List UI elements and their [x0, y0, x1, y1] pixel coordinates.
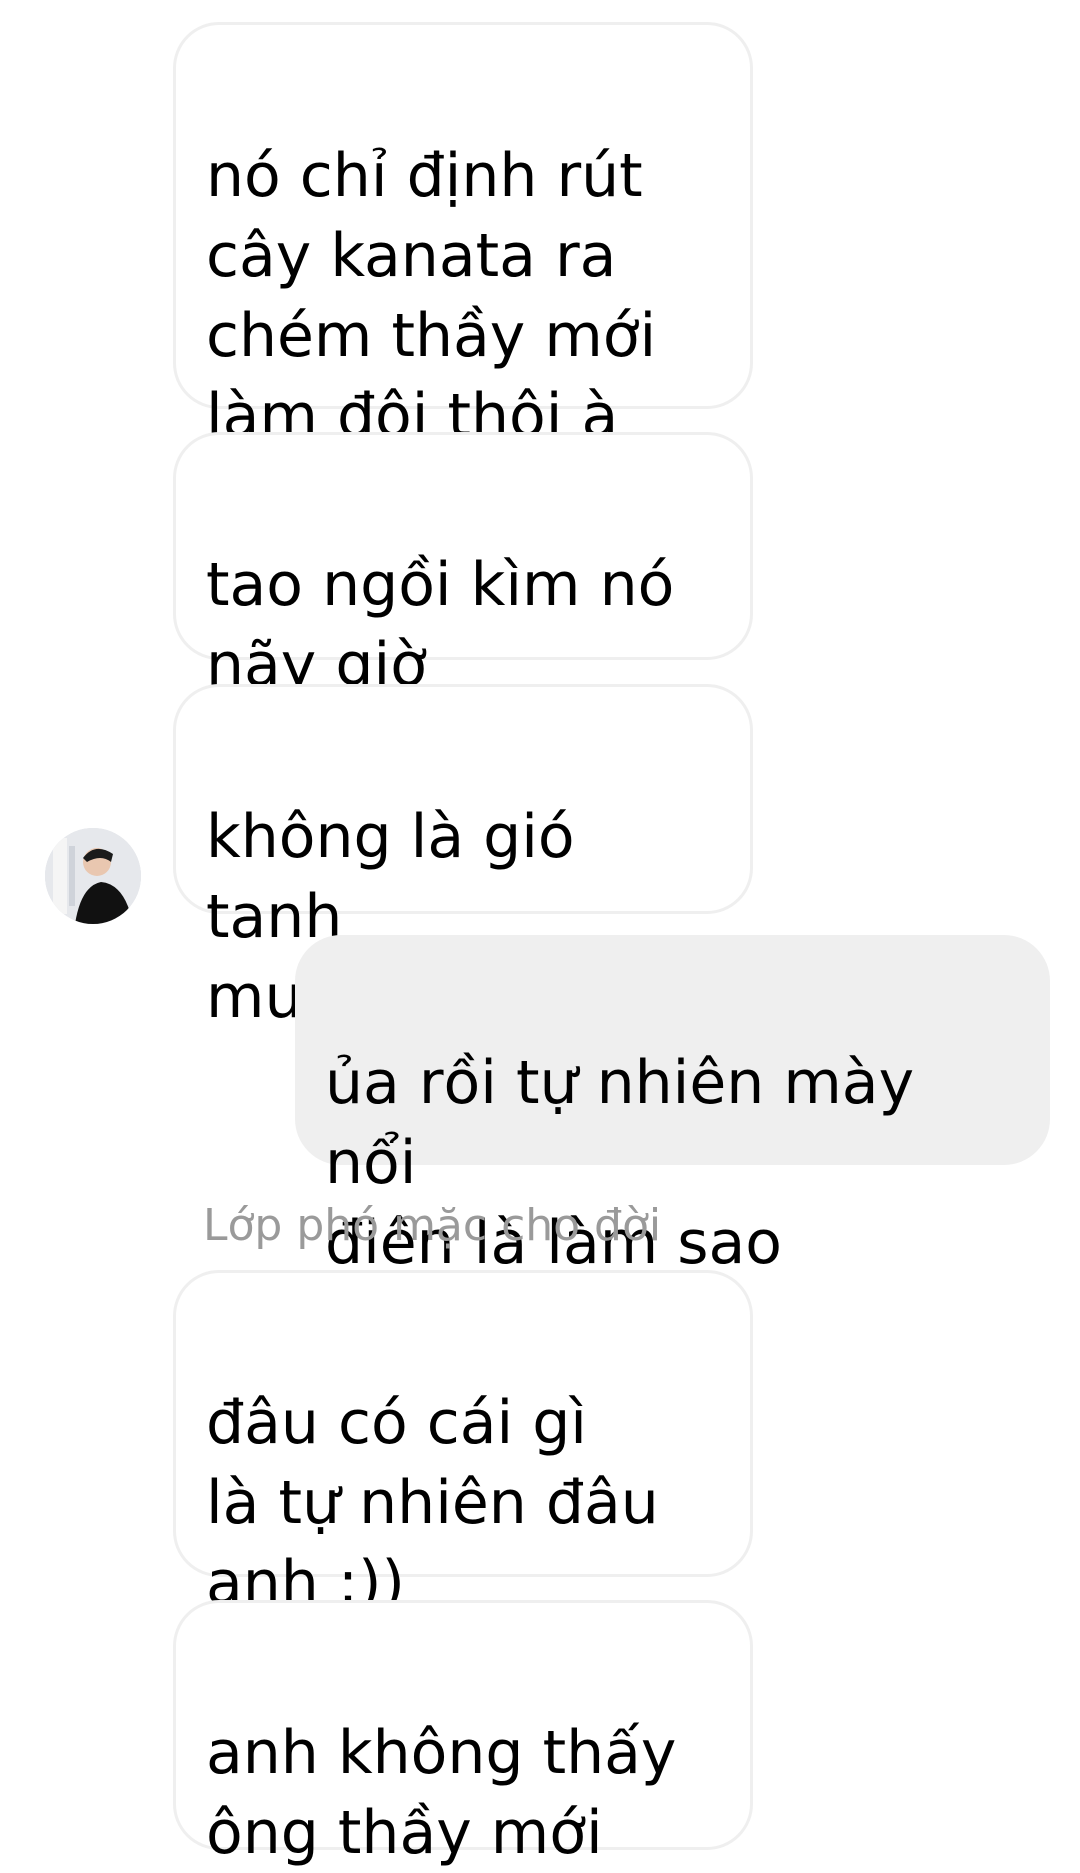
message-bubble-incoming[interactable]: anh không thấy ông thầy mới [173, 1600, 753, 1868]
message-bubble-incoming[interactable]: không là gió tanh mưa máu rồi :))) [173, 684, 753, 1032]
avatar-image [45, 828, 141, 924]
message-bubble-incoming[interactable]: nó chỉ định rút cây kanata ra chém thầy … [173, 22, 753, 536]
message-text: nó chỉ định rút cây kanata ra chém thầy … [206, 141, 657, 451]
message-bubble-incoming[interactable]: tao ngồi kìm nó nãy giờ [173, 432, 753, 700]
sender-name: Lớp phó mặc cho đời [203, 1200, 662, 1251]
message-text: đâu có cái gì là tự nhiên đâu anh :)) [206, 1388, 659, 1618]
message-text: anh không thấy ông thầy mới [206, 1718, 677, 1868]
contact-avatar[interactable] [45, 828, 141, 924]
message-bubble-outgoing[interactable]: ủa rồi tự nhiên mày nổi điên là làm sao [295, 935, 1050, 1278]
message-bubble-incoming[interactable]: đâu có cái gì là tự nhiên đâu anh :)) [173, 1270, 753, 1618]
message-text: tao ngồi kìm nó nãy giờ [206, 550, 675, 700]
